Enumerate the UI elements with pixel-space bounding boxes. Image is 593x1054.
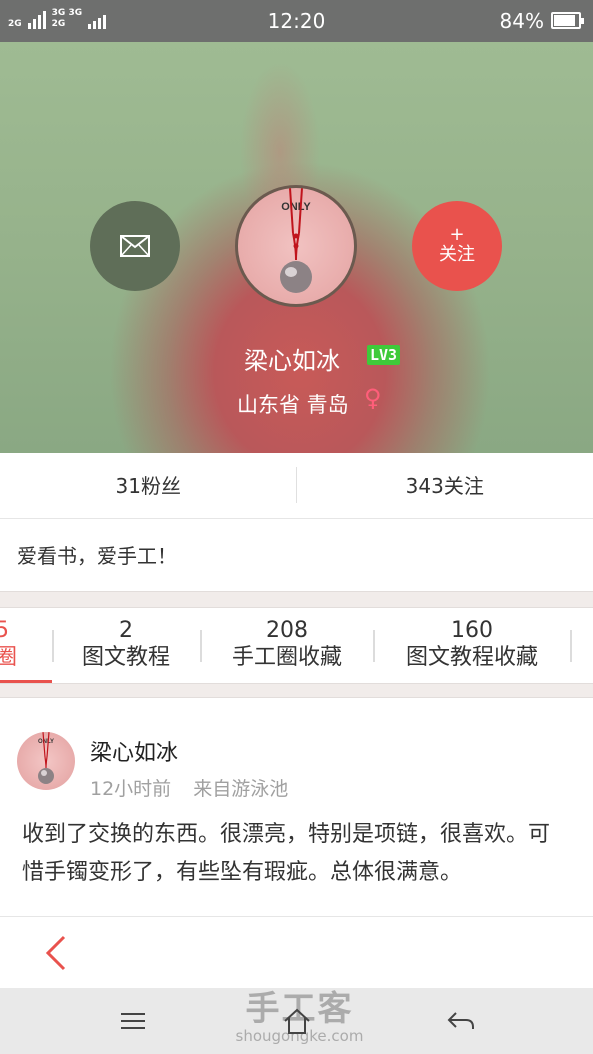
profile-header: ONLY + 关注 梁心如冰 LV3 山东省 青岛 ♀	[0, 42, 593, 453]
post-text: 收到了交换的东西。很漂亮，特别是项链，很喜欢。可惜手镯变形了，有些坠有瑕疵。总体…	[22, 822, 551, 885]
battery-percent: 84%	[499, 9, 544, 33]
chevron-left-icon	[45, 935, 66, 971]
system-nav-bar: 手工客 shougongke.com	[0, 988, 593, 1054]
tab-tutorials-label: 图文教程	[81, 645, 170, 670]
tab-circle-favorites-count: 208	[266, 618, 308, 643]
return-icon	[447, 1012, 474, 1029]
post-card[interactable]: ONLY 梁心如冰 12小时前 来自游泳池 收到了交换的东西。很漂亮，特别是项链，…	[0, 698, 593, 916]
tab-divider	[570, 630, 572, 662]
tab-tutorial-favorites-label: 图文教程收藏	[405, 645, 538, 670]
bio-section: 爱看书，爱手工！	[0, 519, 593, 591]
tab-circle-count: 5	[0, 618, 9, 643]
tab-divider	[52, 630, 54, 662]
post-meta: 12小时前 来自游泳池	[90, 774, 288, 801]
battery-icon	[551, 12, 584, 29]
post-avatar[interactable]: ONLY	[17, 732, 75, 790]
menu-icon	[121, 1013, 145, 1029]
female-icon: ♀	[364, 384, 382, 412]
tab-circle[interactable]: 5 圈	[0, 608, 31, 683]
back-button[interactable]	[40, 933, 72, 973]
tab-tutorial-favorites[interactable]: 160 图文教程收藏	[394, 608, 550, 683]
post-author[interactable]: 梁心如冰	[90, 735, 178, 767]
home-icon	[284, 1008, 310, 1034]
tab-tutorials-count: 2	[119, 618, 133, 643]
stats-divider	[296, 467, 297, 503]
tab-divider	[373, 630, 375, 662]
tab-tutorial-favorites-count: 160	[451, 618, 493, 643]
tab-circle-favorites-label: 手工圈收藏	[231, 645, 342, 670]
bottom-app-bar	[0, 916, 593, 988]
tab-tutorials[interactable]: 2 图文教程	[72, 608, 180, 683]
bio-text: 爱看书，爱手工！	[17, 544, 177, 568]
post-time: 12小时前	[90, 778, 172, 800]
fans-count[interactable]: 31粉丝	[0, 453, 297, 518]
stats-row: 31粉丝 343关注	[0, 453, 593, 519]
avatar-brand-text: ONLY	[281, 201, 311, 213]
home-button[interactable]	[280, 1004, 314, 1038]
pendant-thumbnail: ONLY	[38, 732, 54, 784]
section-divider	[0, 591, 593, 608]
tab-divider	[200, 630, 202, 662]
profile-tabs: 5 圈 2 图文教程 208 手工圈收藏 160 图文教程收藏	[0, 608, 593, 683]
section-divider	[0, 683, 593, 698]
return-button[interactable]	[444, 1004, 478, 1038]
post-source[interactable]: 来自游泳池	[193, 778, 288, 800]
pendant-image: ONLY	[280, 188, 312, 293]
message-button[interactable]	[90, 201, 180, 291]
follow-label: 关注	[439, 244, 475, 265]
profile-location: 山东省 青岛	[237, 393, 349, 417]
following-count[interactable]: 343关注	[297, 453, 593, 518]
follow-button[interactable]: + 关注	[412, 201, 502, 291]
menu-button[interactable]	[116, 1004, 150, 1038]
post-avatar-brand-text: ONLY	[38, 739, 54, 745]
avatar[interactable]: ONLY	[235, 185, 357, 307]
envelope-icon	[120, 235, 150, 257]
status-bar: 2G 3G 3G 2G 12:20 84%	[0, 0, 593, 42]
plus-icon: +	[449, 224, 465, 245]
tab-circle-favorites[interactable]: 208 手工圈收藏	[220, 608, 354, 683]
level-badge: LV3	[367, 345, 401, 365]
profile-username: 梁心如冰	[244, 347, 340, 375]
tab-circle-label: 圈	[0, 645, 18, 670]
